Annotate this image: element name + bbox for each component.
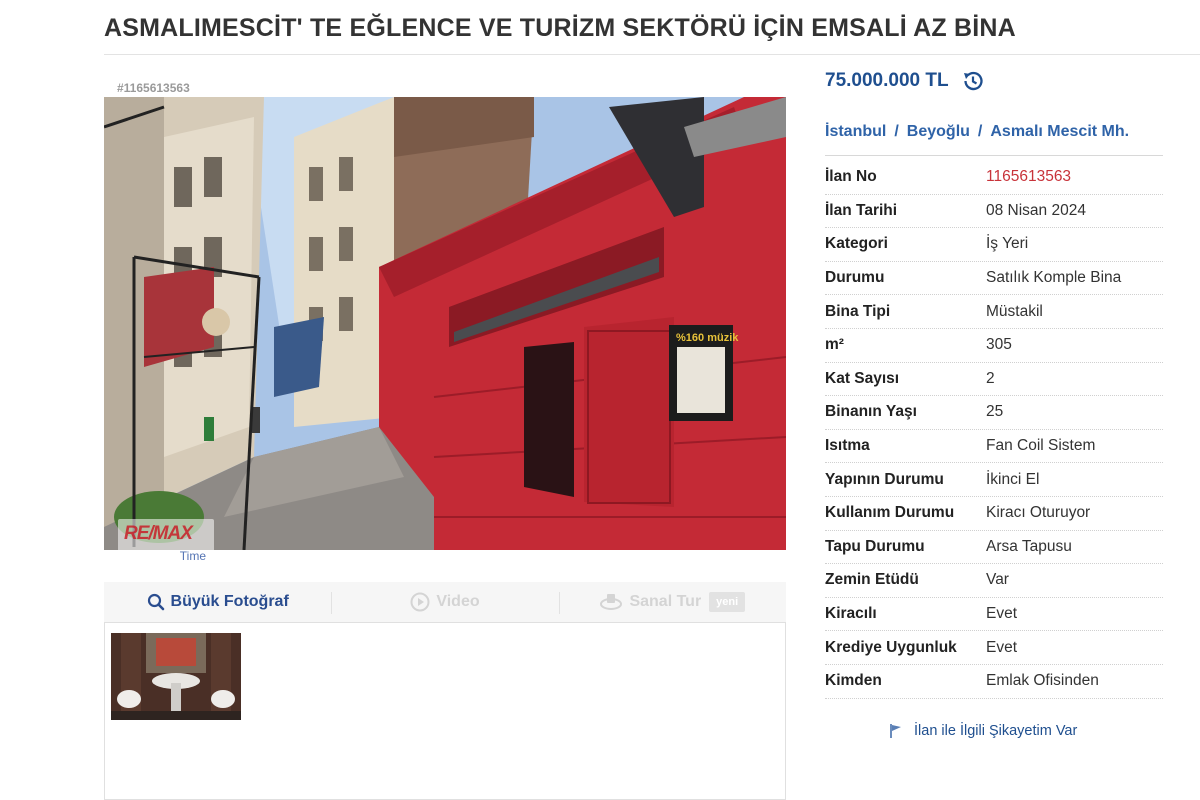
detail-label: İlan No: [825, 168, 877, 186]
price: 75.000.000 TL: [825, 70, 949, 91]
detail-row-heating: Isıtma Fan Coil Sistem: [825, 430, 1163, 464]
detail-row-tenanted: Kiracılı Evet: [825, 598, 1163, 632]
play-icon: [410, 592, 430, 612]
detail-value: 25: [986, 403, 1004, 421]
virtual-tour-icon: [599, 592, 623, 612]
breadcrumb-divider: [825, 155, 1163, 156]
thumbnail-strip: [104, 623, 786, 800]
search-icon: [147, 593, 165, 611]
detail-label: Krediye Uygunluk: [825, 638, 957, 656]
detail-value: Emlak Ofisinden: [986, 672, 1099, 690]
remax-watermark-brand: RE/MAX: [124, 523, 193, 544]
breadcrumb-neighborhood[interactable]: Asmalı Mescit Mh.: [990, 123, 1129, 141]
detail-value: 08 Nisan 2024: [986, 201, 1086, 219]
listing-id-label: #1165613563: [117, 81, 190, 95]
detail-label: Kimden: [825, 672, 882, 690]
detail-value: Evet: [986, 638, 1018, 656]
detail-row-area: m² 305: [825, 329, 1163, 363]
detail-row-floor-count: Kat Sayısı 2: [825, 363, 1163, 397]
tab-virtual-tour[interactable]: Sanal Tur yeni: [558, 582, 786, 622]
tab-video-label: Video: [436, 593, 480, 610]
detail-value: İkinci El: [986, 470, 1040, 488]
tab-video[interactable]: Video: [331, 582, 558, 622]
flag-icon: [888, 723, 904, 739]
detail-label: Isıtma: [825, 437, 870, 455]
detail-value: 2: [986, 369, 995, 387]
title-divider: [104, 54, 1200, 55]
media-tabs: Büyük Fotoğraf Video Sanal Tur yeni: [104, 582, 786, 623]
tab-large-photo-label: Büyük Fotoğraf: [170, 593, 289, 610]
detail-label: Binanın Yaşı: [825, 403, 917, 421]
detail-value: 305: [986, 336, 1012, 354]
detail-label: Zemin Etüdü: [825, 571, 919, 589]
detail-row-usage: Kullanım Durumu Kiracı Oturuyor: [825, 497, 1163, 531]
detail-value: Var: [986, 571, 1009, 589]
detail-value: Fan Coil Sistem: [986, 437, 1096, 455]
detail-value: 1165613563: [986, 168, 1072, 186]
remax-watermark: RE/MAX Time: [118, 519, 214, 563]
breadcrumb-city[interactable]: İstanbul: [825, 123, 886, 141]
price-row: 75.000.000 TL: [825, 69, 985, 93]
detail-value: Satılık Komple Bina: [986, 269, 1122, 287]
detail-label: Tapu Durumu: [825, 537, 925, 555]
detail-label: Yapının Durumu: [825, 470, 944, 488]
detail-row-status: Durumu Satılık Komple Bina: [825, 262, 1163, 296]
remax-watermark-sub: Time: [179, 549, 206, 563]
photo-thumbnail[interactable]: [111, 633, 241, 720]
detail-row-listing-date: İlan Tarihi 08 Nisan 2024: [825, 195, 1163, 229]
listing-details: İlan No 1165613563 İlan Tarihi 08 Nisan …: [825, 161, 1163, 699]
detail-value: Evet: [986, 605, 1018, 623]
detail-row-building-age: Binanın Yaşı 25: [825, 396, 1163, 430]
new-badge: yeni: [709, 592, 746, 612]
detail-value: İş Yeri: [986, 235, 1029, 253]
detail-row-soil-survey: Zemin Etüdü Var: [825, 564, 1163, 598]
detail-label: Kullanım Durumu: [825, 504, 955, 522]
detail-row-listing-no: İlan No 1165613563: [825, 161, 1163, 195]
detail-label: Kat Sayısı: [825, 369, 900, 387]
main-photo[interactable]: %160 müzik: [104, 97, 786, 550]
breadcrumb-district[interactable]: Beyoğlu: [907, 123, 970, 141]
breadcrumb-separator: /: [894, 123, 899, 140]
detail-row-category: Kategori İş Yeri: [825, 228, 1163, 262]
tab-virtual-tour-label: Sanal Tur: [629, 593, 702, 610]
detail-row-credit-eligible: Krediye Uygunluk Evet: [825, 631, 1163, 665]
history-icon[interactable]: [961, 69, 985, 93]
detail-value: Müstakil: [986, 302, 1043, 320]
detail-label: İlan Tarihi: [825, 201, 898, 219]
music-sign-text: %160 müzik: [676, 332, 739, 344]
detail-label: Durumu: [825, 269, 885, 287]
detail-label: m²: [825, 336, 844, 354]
page-title: ASMALIMESCİT' TE EĞLENCE VE TURİZM SEKTÖ…: [104, 14, 1016, 42]
complaint-link[interactable]: İlan ile İlgili Şikayetim Var: [888, 723, 1077, 739]
breadcrumb: İstanbul / Beyoğlu / Asmalı Mescit Mh.: [825, 123, 1129, 141]
main-photo-illustration: %160 müzik: [104, 97, 786, 550]
detail-row-building-condition: Yapının Durumu İkinci El: [825, 463, 1163, 497]
detail-row-deed: Tapu Durumu Arsa Tapusu: [825, 531, 1163, 565]
tab-large-photo[interactable]: Büyük Fotoğraf: [104, 582, 331, 622]
detail-value: Kiracı Oturuyor: [986, 504, 1091, 522]
detail-label: Kategori: [825, 235, 888, 253]
complaint-link-label: İlan ile İlgili Şikayetim Var: [914, 723, 1078, 739]
breadcrumb-separator: /: [977, 123, 983, 140]
detail-value: Arsa Tapusu: [986, 537, 1072, 555]
detail-row-building-type: Bina Tipi Müstakil: [825, 295, 1163, 329]
detail-label: Kiracılı: [825, 605, 877, 623]
detail-row-from-whom: Kimden Emlak Ofisinden: [825, 665, 1163, 699]
detail-label: Bina Tipi: [825, 302, 891, 320]
